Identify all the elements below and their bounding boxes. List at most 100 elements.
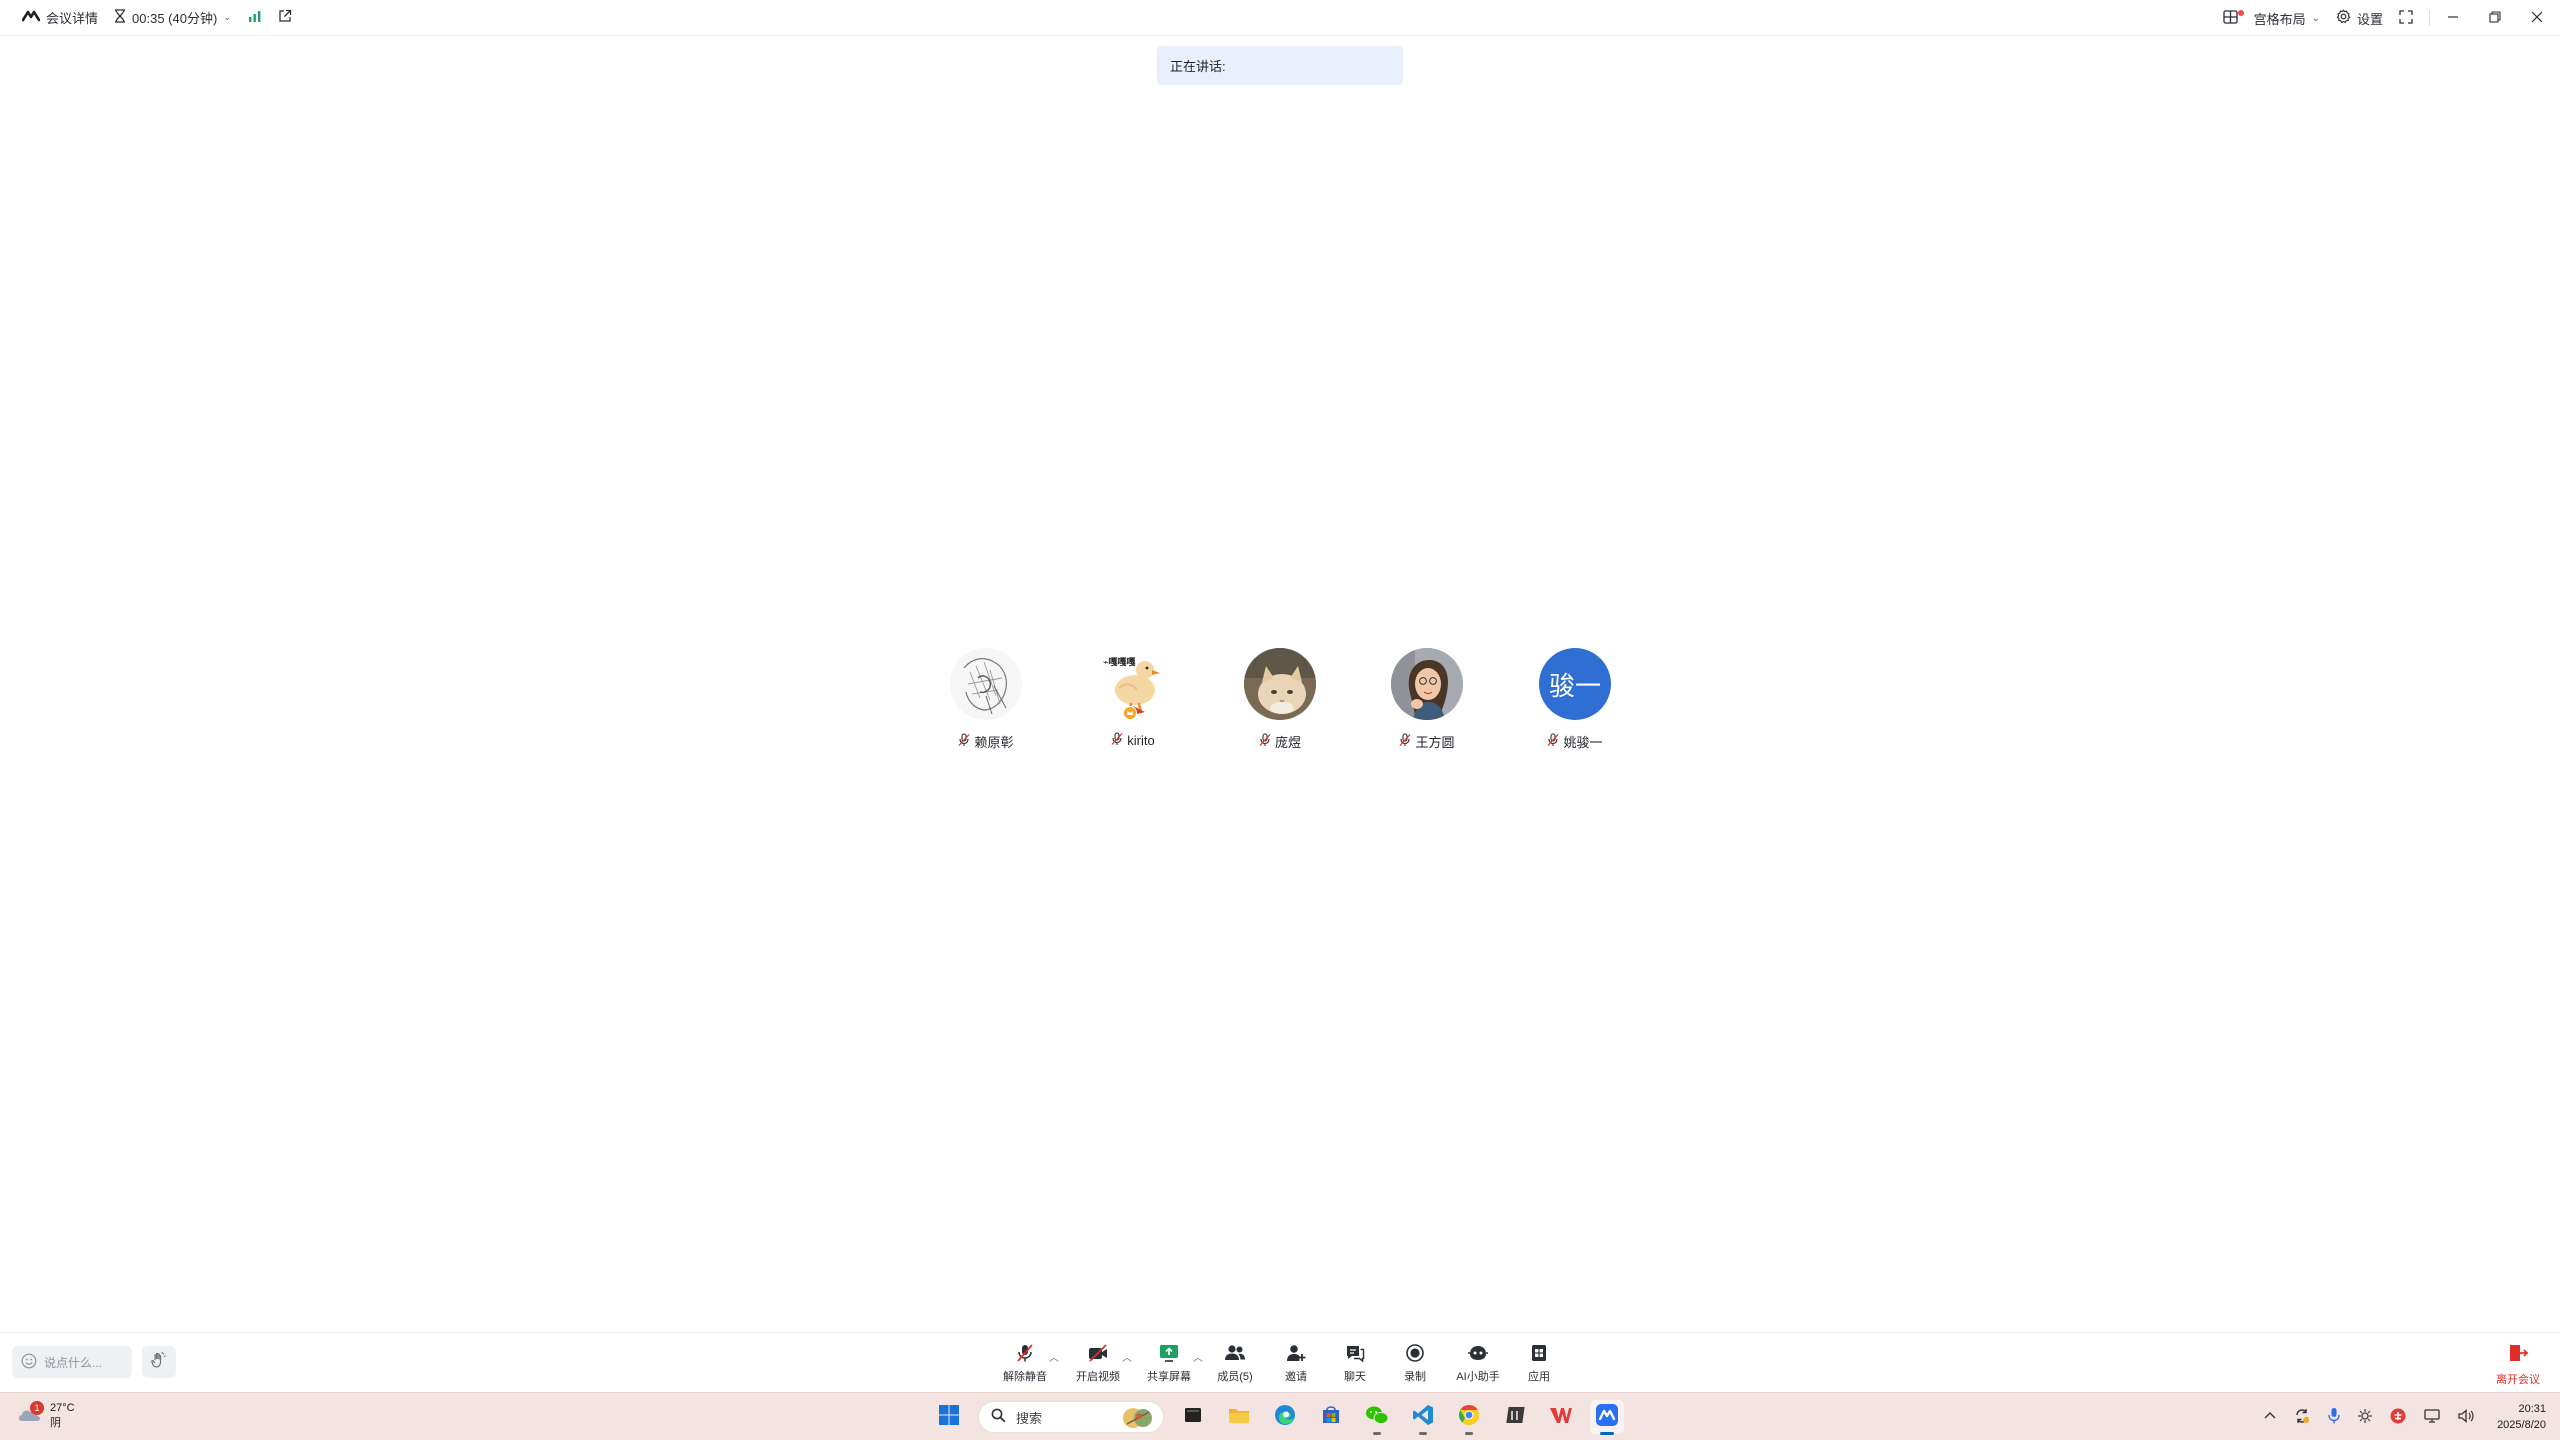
search-label: 搜索 xyxy=(1016,1410,1043,1426)
running-indicator xyxy=(1465,1432,1473,1435)
signal-bars-icon xyxy=(248,10,262,25)
chat-button[interactable]: 聊天 xyxy=(1327,1343,1383,1384)
wechat-icon xyxy=(1365,1404,1389,1431)
tencent-meeting-button[interactable] xyxy=(1590,1400,1624,1435)
mic-muted-icon xyxy=(958,733,970,750)
weather-widget[interactable]: 1 27°C 阴 xyxy=(16,1400,75,1431)
chat-icon xyxy=(1344,1343,1366,1363)
network-quality-button[interactable] xyxy=(240,0,270,35)
meeting-timer-label: 00:35 (40分钟) xyxy=(132,11,218,26)
volume-icon[interactable] xyxy=(2457,1408,2475,1427)
unmute-button[interactable]: 解除静音 xyxy=(997,1343,1053,1384)
store-button[interactable] xyxy=(1314,1400,1348,1434)
vscode-button[interactable] xyxy=(1406,1400,1440,1435)
windows-start-icon xyxy=(938,1404,960,1431)
apps-button[interactable]: 应用 xyxy=(1511,1343,1567,1384)
leave-meeting-label: 离开会议 xyxy=(2496,1374,2540,1386)
taskbar-search-box[interactable]: 搜索 xyxy=(978,1401,1164,1433)
typora-button[interactable] xyxy=(1498,1400,1532,1434)
fullscreen-button[interactable] xyxy=(2391,0,2421,36)
start-video-label: 开启视频 xyxy=(1076,1371,1120,1383)
speaking-indicator: 正在讲话: xyxy=(1157,46,1403,85)
taskbar-clock[interactable]: 20:31 2025/8/20 xyxy=(2497,1401,2546,1433)
vscode-icon xyxy=(1412,1404,1434,1431)
participant-tile[interactable]: 王方圆 xyxy=(1352,648,1502,751)
avatar: ⌁嘎嘎嘎 xyxy=(1097,648,1169,720)
speaking-label: 正在讲话: xyxy=(1170,59,1226,74)
running-indicator xyxy=(1600,1432,1614,1435)
leave-meeting-button[interactable]: 离开会议 xyxy=(2496,1343,2540,1387)
typora-icon xyxy=(1504,1404,1526,1431)
ai-assistant-icon xyxy=(1466,1343,1490,1363)
chrome-button[interactable] xyxy=(1452,1400,1486,1435)
raise-hand-button[interactable] xyxy=(142,1346,176,1378)
close-button[interactable] xyxy=(2522,0,2552,36)
mic-muted-icon xyxy=(1547,733,1559,750)
settings-button[interactable]: 设置 xyxy=(2328,0,2391,36)
avatar-initials: 骏一 xyxy=(1548,670,1601,701)
share-options-chevron-icon[interactable]: ︿ xyxy=(1193,1349,1203,1364)
layout-label: 宫格布局 xyxy=(2253,11,2306,27)
file-explorer-button[interactable] xyxy=(1222,1400,1256,1434)
participant-tile[interactable]: 庞煜 xyxy=(1205,648,1355,751)
participant-tile[interactable]: 赖原彰 xyxy=(911,648,1061,751)
video-options-chevron-icon[interactable]: ︿ xyxy=(1122,1349,1132,1364)
weather-temp: 27°C xyxy=(50,1402,75,1414)
restore-button[interactable] xyxy=(2480,0,2510,36)
external-link-icon xyxy=(278,9,292,26)
network-icon[interactable] xyxy=(2423,1408,2441,1427)
mic-muted-icon xyxy=(1259,733,1271,750)
chevron-up-icon[interactable] xyxy=(2263,1409,2277,1426)
share-screen-icon xyxy=(1158,1343,1180,1363)
grid-layout-icon xyxy=(2223,9,2248,27)
layout-button[interactable]: 宫格布局 ⌄ xyxy=(2215,0,2328,36)
participant-tile[interactable]: ⌁嘎嘎嘎 kirito xyxy=(1058,648,1208,749)
invite-icon xyxy=(1285,1343,1307,1363)
meeting-toolbar: 说点什么... 解除静音 ︿ 开启视频 ︿ 共享屏幕 ︿ 成员(5) 邀请 聊天… xyxy=(0,1332,2560,1390)
apps-label: 应用 xyxy=(1528,1371,1550,1383)
keyboard-settings-icon[interactable] xyxy=(2357,1408,2373,1427)
meeting-timer-button[interactable]: 00:35 (40分钟) ⌄ xyxy=(106,0,240,35)
cloud-icon: 1 xyxy=(16,1400,44,1428)
unmute-label: 解除静音 xyxy=(1003,1371,1047,1383)
members-icon xyxy=(1223,1343,1247,1363)
tencent-meeting-logo-icon xyxy=(21,10,41,25)
clock-date: 2025/8/20 xyxy=(2497,1419,2546,1431)
wps-icon xyxy=(1549,1404,1573,1431)
fullscreen-icon xyxy=(2399,9,2413,27)
weather-desc: 阴 xyxy=(50,1417,61,1429)
participant-name: 姚骏一 xyxy=(1563,735,1603,750)
settings-label: 设置 xyxy=(2356,11,2383,27)
input-method-icon[interactable] xyxy=(2389,1407,2407,1428)
popout-button[interactable] xyxy=(270,0,300,35)
meeting-details-button[interactable]: 会议详情 xyxy=(14,0,106,35)
sync-icon[interactable] xyxy=(2293,1407,2311,1428)
close-icon xyxy=(2531,11,2543,26)
members-button[interactable]: 成员(5) xyxy=(1207,1343,1263,1384)
minimize-button[interactable] xyxy=(2438,0,2468,36)
audio-options-chevron-icon[interactable]: ︿ xyxy=(1049,1349,1059,1364)
chat-label: 聊天 xyxy=(1344,1371,1366,1383)
start-video-button[interactable]: 开启视频 xyxy=(1070,1343,1126,1384)
desktop-app-button[interactable] xyxy=(1176,1400,1210,1434)
record-icon xyxy=(1405,1343,1425,1363)
participant-tile[interactable]: 骏一 姚骏一 xyxy=(1500,648,1650,751)
wechat-button[interactable] xyxy=(1360,1400,1394,1435)
running-indicator xyxy=(1419,1432,1427,1435)
participant-grid: 赖原彰 ⌁嘎嘎嘎 kirito 庞煜 王方圆 骏一 姚骏一 xyxy=(0,648,2560,758)
wps-button[interactable] xyxy=(1544,1400,1578,1434)
divider xyxy=(2429,10,2430,26)
chevron-down-icon: ⌄ xyxy=(2311,12,2320,24)
participant-name: kirito xyxy=(1127,733,1155,748)
microphone-icon[interactable] xyxy=(2327,1407,2341,1428)
edge-browser-button[interactable] xyxy=(1268,1400,1302,1434)
start-button[interactable] xyxy=(932,1400,966,1434)
record-button[interactable]: 录制 xyxy=(1387,1343,1443,1384)
quick-chat-input[interactable]: 说点什么... xyxy=(12,1346,132,1378)
svg-text:⌁嘎嘎嘎: ⌁嘎嘎嘎 xyxy=(1103,657,1135,668)
avatar xyxy=(1391,648,1463,720)
invite-button[interactable]: 邀请 xyxy=(1268,1343,1324,1384)
mic-muted-icon xyxy=(1111,732,1123,749)
ai-assistant-button[interactable]: AI小助手 xyxy=(1450,1343,1506,1384)
share-screen-button[interactable]: 共享屏幕 xyxy=(1141,1343,1197,1384)
